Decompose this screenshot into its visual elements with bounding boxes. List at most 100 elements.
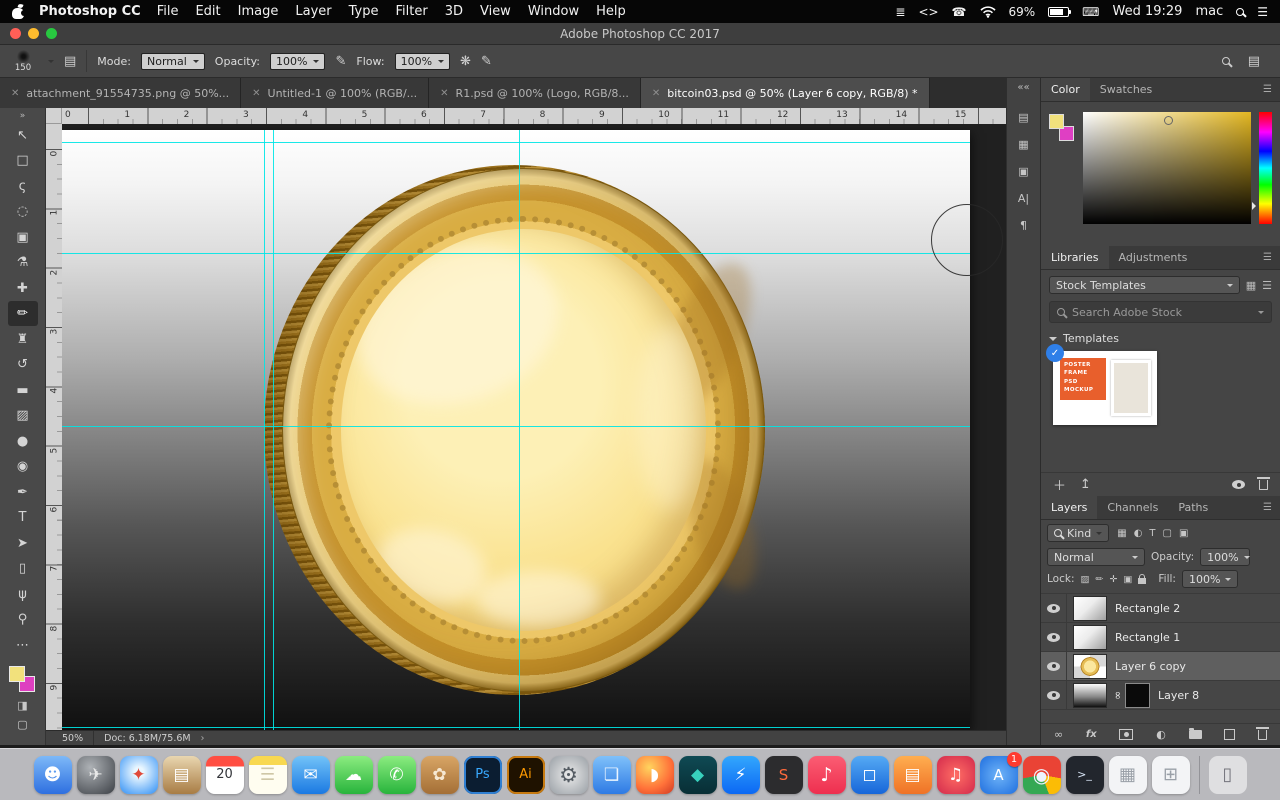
lasso-tool[interactable]: ς: [8, 174, 38, 199]
layer-comps-panel-icon[interactable]: ▣: [1012, 159, 1036, 183]
keyboard-app[interactable]: ▦: [1109, 756, 1147, 794]
panel-menu-icon[interactable]: ☰: [1255, 496, 1280, 519]
tab-paths[interactable]: Paths: [1168, 496, 1218, 519]
widgets-app[interactable]: ⊞: [1152, 756, 1190, 794]
menu-item[interactable]: Window: [528, 4, 579, 19]
layer-row[interactable]: ∞ Layer 8: [1041, 681, 1280, 710]
filter-shape-icon[interactable]: ▢: [1163, 528, 1172, 539]
keyboard-input-icon[interactable]: ⌨: [1082, 6, 1099, 18]
system-preferences-app[interactable]: ⚙: [550, 756, 588, 794]
visibility-toggle[interactable]: [1041, 681, 1067, 709]
new-group-icon[interactable]: [1189, 730, 1202, 739]
quick-selection-tool[interactable]: ◌: [8, 199, 38, 224]
close-tab-icon[interactable]: ✕: [252, 88, 260, 99]
layer-row[interactable]: Rectangle 1: [1041, 623, 1280, 652]
panel-menu-icon[interactable]: ☰: [1255, 246, 1280, 269]
code-icon[interactable]: <>: [918, 6, 938, 18]
path-selection-tool[interactable]: ➤: [8, 531, 38, 556]
facetime-app[interactable]: ✆: [378, 756, 416, 794]
status-chevron-icon[interactable]: ›: [201, 733, 205, 744]
delete-icon[interactable]: [1259, 480, 1268, 490]
menu-item[interactable]: Type: [349, 4, 379, 19]
launchpad-app[interactable]: ✈: [77, 756, 115, 794]
brush-preset-picker[interactable]: 150: [8, 50, 38, 73]
calendar-app[interactable]: 20: [206, 756, 244, 794]
screen-mode-button[interactable]: ▢: [8, 716, 38, 734]
quick-mask-button[interactable]: ◨: [8, 697, 38, 715]
layer-name[interactable]: Rectangle 1: [1115, 631, 1180, 644]
healing-brush-tool[interactable]: ✚: [8, 276, 38, 301]
layer-row[interactable]: Layer 6 copy: [1041, 652, 1280, 681]
menu-item[interactable]: Edit: [195, 4, 220, 19]
add-library-item-button[interactable]: ＋: [1053, 475, 1066, 494]
flow-select[interactable]: 100%: [395, 53, 450, 70]
layer-thumbnail[interactable]: [1073, 625, 1107, 650]
new-layer-icon[interactable]: [1224, 729, 1235, 740]
illustrator-app[interactable]: Ai: [507, 756, 545, 794]
maya-app[interactable]: ◆: [679, 756, 717, 794]
filter-type-icon[interactable]: T: [1149, 528, 1155, 539]
tab-libraries[interactable]: Libraries: [1041, 246, 1109, 269]
adjustment-layer-icon[interactable]: ◐: [1156, 728, 1166, 741]
expand-panels-icon[interactable]: ««: [1017, 82, 1029, 102]
folders-app[interactable]: ❏: [593, 756, 631, 794]
paragraph-panel-icon[interactable]: ¶: [1012, 213, 1036, 237]
pen-tool[interactable]: ✒: [8, 480, 38, 505]
menu-item[interactable]: View: [480, 4, 511, 19]
menu-item[interactable]: File: [157, 4, 179, 19]
search-caret-icon[interactable]: [1258, 311, 1264, 317]
terminal-app[interactable]: >_: [1066, 756, 1104, 794]
document-tab[interactable]: ✕ attachment_91554735.png @ 50%...: [0, 78, 241, 108]
tv-app[interactable]: ◻: [851, 756, 889, 794]
document-tab[interactable]: ✕ bitcoin03.psd @ 50% (Layer 6 copy, RGB…: [641, 78, 930, 108]
filter-smart-object-icon[interactable]: ▣: [1179, 528, 1188, 539]
close-tab-icon[interactable]: ✕: [11, 88, 19, 99]
brush-tool[interactable]: ✏: [8, 301, 38, 326]
tab-adjustments[interactable]: Adjustments: [1109, 246, 1198, 269]
airbrush-icon[interactable]: ❋: [460, 54, 471, 69]
contacts-app[interactable]: ▤: [163, 756, 201, 794]
layer-row[interactable]: Rectangle 2: [1041, 594, 1280, 623]
filter-kind-select[interactable]: Kind: [1047, 524, 1109, 542]
list-view-icon[interactable]: ☰: [1262, 279, 1272, 292]
delete-layer-icon[interactable]: [1258, 730, 1267, 740]
filter-adjustment-icon[interactable]: ◐: [1134, 528, 1143, 539]
foreground-background-swatches[interactable]: [8, 664, 38, 696]
lock-position-icon[interactable]: ✛: [1109, 574, 1117, 585]
finder-app[interactable]: ☻: [34, 756, 72, 794]
chrome-app[interactable]: ◉: [1023, 756, 1061, 794]
hue-slider-marker[interactable]: [1252, 202, 1260, 210]
layer-thumbnail[interactable]: [1073, 596, 1107, 621]
clone-stamp-tool[interactable]: ♜: [8, 327, 38, 352]
layer-name[interactable]: Rectangle 2: [1115, 602, 1180, 615]
gift-app[interactable]: ✿: [421, 756, 459, 794]
lock-paint-icon[interactable]: ✏: [1095, 574, 1103, 585]
menu-item[interactable]: Layer: [295, 4, 331, 19]
document-tab[interactable]: ✕ R1.psd @ 100% (Logo, RGB/8...: [429, 78, 641, 108]
layer-blend-mode-select[interactable]: Normal: [1047, 548, 1145, 566]
lock-artboard-icon[interactable]: ▣: [1123, 574, 1132, 585]
app-menu-title[interactable]: Photoshop CC: [39, 4, 141, 19]
info-panel-icon[interactable]: ▦: [1012, 132, 1036, 156]
menu-item[interactable]: 3D: [445, 4, 463, 19]
app-store-app[interactable]: A 1: [980, 756, 1018, 794]
close-tab-icon[interactable]: ✕: [440, 88, 448, 99]
rectangle-tool[interactable]: ▯: [8, 556, 38, 581]
layer-styles-icon[interactable]: fx: [1086, 729, 1097, 740]
library-select[interactable]: Stock Templates: [1049, 276, 1240, 294]
edit-toolbar[interactable]: ⋯: [8, 633, 38, 658]
pressure-size-icon[interactable]: ✎: [481, 54, 492, 69]
templates-section-header[interactable]: Templates: [1041, 325, 1280, 349]
tab-layers[interactable]: Layers: [1041, 496, 1097, 519]
layer-name[interactable]: Layer 8: [1158, 689, 1199, 702]
layer-name[interactable]: Layer 6 copy: [1115, 660, 1186, 673]
brush-preset-caret[interactable]: [48, 60, 54, 66]
saturation-brightness-picker[interactable]: [1083, 112, 1251, 224]
battery-icon[interactable]: [1048, 7, 1069, 17]
sync-upload-icon[interactable]: ↥: [1080, 477, 1091, 492]
filter-pixel-icon[interactable]: ▦: [1117, 528, 1126, 539]
menubar-username[interactable]: mac: [1195, 4, 1223, 19]
zoom-level-field[interactable]: 50%: [46, 731, 94, 745]
adobe-stock-search-input[interactable]: Search Adobe Stock: [1049, 301, 1272, 323]
document-tab[interactable]: ✕ Untitled-1 @ 100% (RGB/...: [241, 78, 429, 108]
